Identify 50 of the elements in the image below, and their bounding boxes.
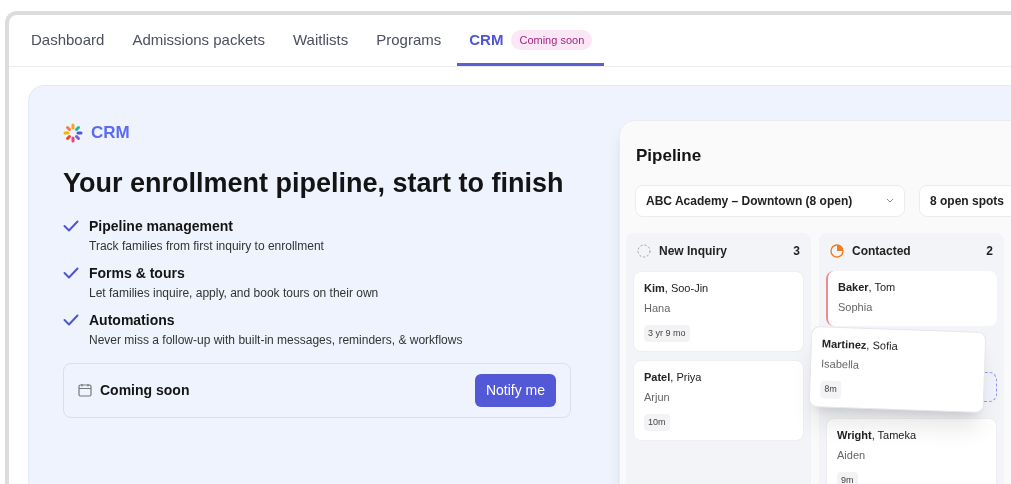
child-name: Isabella [820, 356, 860, 372]
dashed-circle-icon [637, 243, 651, 258]
notify-me-button[interactable]: Notify me [474, 373, 556, 407]
child-name: Arjun [644, 389, 670, 404]
feature-title: Pipeline management [89, 216, 234, 236]
family-name: Baker, Tom [838, 279, 896, 294]
feature-description: Track families from first inquiry to enrollment [89, 237, 324, 255]
age-tag: 10m [644, 413, 670, 431]
age-tag: 9m [837, 471, 858, 484]
tab[interactable]: Admissions packets [120, 28, 277, 66]
lead-card[interactable]: Baker, Tom Sophia [826, 270, 997, 326]
column-count: 2 [986, 242, 993, 260]
family-name: Patel, Priya [644, 369, 702, 384]
page-heading: Your enrollment pipeline, start to finish [63, 166, 565, 200]
family-name: Kim, Soo-Jin [644, 280, 709, 295]
dropdown[interactable]: 8 open spots [919, 184, 1011, 217]
child-name: Sophia [838, 299, 873, 314]
panel-title: Pipeline [636, 145, 703, 167]
calendar-icon [78, 383, 92, 397]
column-title: New Inquiry [659, 242, 728, 260]
dropdown[interactable]: ABC Academy – Downtown (8 open) [635, 184, 905, 217]
check-icon [63, 313, 79, 326]
age-tag: 3 yr 9 mo [644, 324, 690, 342]
lead-card[interactable]: Patel, Priya Arjun 10m [633, 359, 804, 441]
brand-title: CRM [91, 122, 130, 144]
chevron-down-icon [886, 198, 894, 203]
tab[interactable]: CRM Coming soon [457, 28, 605, 66]
check-icon [63, 266, 79, 279]
child-name: Aiden [837, 447, 866, 462]
tab[interactable]: Dashboard [19, 28, 117, 66]
tab[interactable]: Waitlists [280, 28, 361, 66]
feature-description: Never miss a follow-up with built-in messages, reminders, & workflows [89, 331, 463, 349]
feature-title: Automations [89, 310, 176, 330]
coming-soon-badge: Coming soon [511, 29, 593, 50]
tab[interactable]: Programs [364, 28, 454, 66]
check-icon [63, 219, 79, 232]
coming-soon-label: Coming soon [100, 380, 190, 400]
age-tag: 8m [819, 380, 842, 399]
lead-card[interactable]: Kim, Soo-Jin Hana 3 yr 9 mo [633, 270, 804, 352]
column-title: Contacted [852, 242, 912, 260]
dragged-card-overlay[interactable]: Martinez, Sofia Isabella 8m [808, 325, 987, 414]
child-name: Hana [644, 300, 671, 315]
feature-title: Forms & tours [89, 263, 186, 283]
column-count: 3 [793, 242, 800, 260]
lead-card[interactable]: Wright, Tameka Aiden 9m [826, 417, 997, 484]
family-name: Wright, Tameka [837, 427, 917, 442]
pie-chart-icon [830, 243, 844, 258]
logo-icon [63, 122, 83, 143]
family-name: Martinez, Sofia [821, 336, 898, 353]
feature-description: Let families inquire, apply, and book tours on their own [89, 284, 379, 302]
